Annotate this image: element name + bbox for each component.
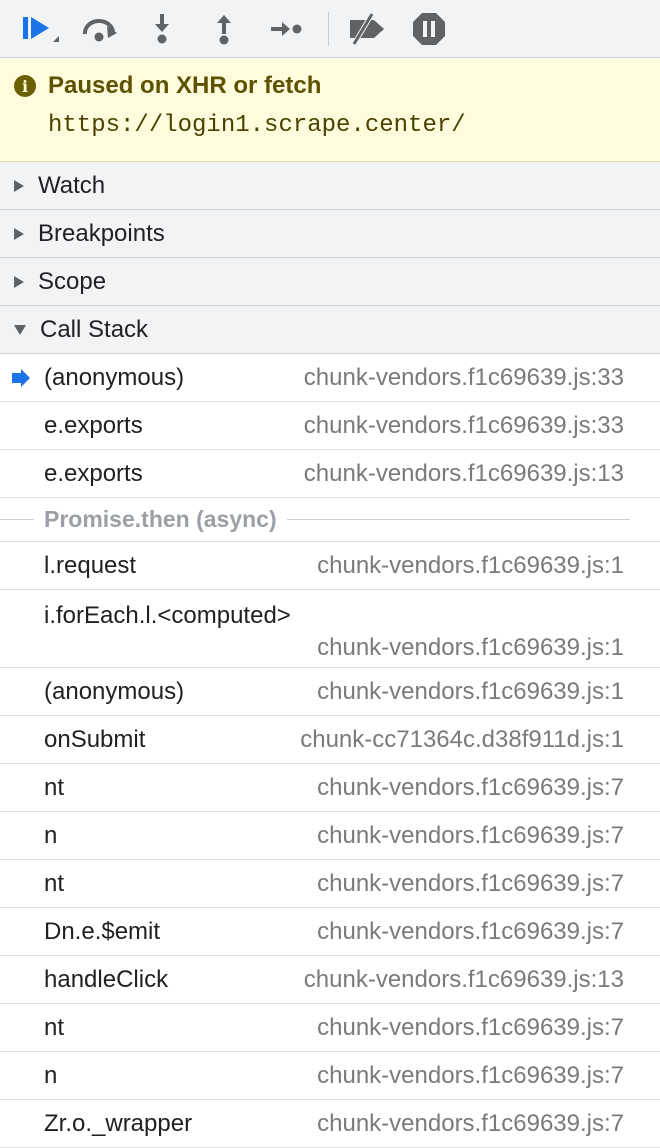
frame-location[interactable]: chunk-vendors.f1c69639.js:33 [304,412,624,440]
frame-function: n [44,1061,58,1089]
call-frame[interactable]: handleClick chunk-vendors.f1c69639.js:13 [0,956,660,1004]
call-frame[interactable]: l.request chunk-vendors.f1c69639.js:1 [0,542,660,590]
frame-function: (anonymous) [44,363,185,391]
frame-function: e.exports [44,459,143,487]
call-frame[interactable]: Dn.e.$emit chunk-vendors.f1c69639.js:7 [0,908,660,956]
pause-on-exceptions-button[interactable] [407,7,451,51]
frame-location[interactable]: chunk-vendors.f1c69639.js:7 [317,870,624,898]
section-breakpoints-label: Breakpoints [38,219,165,247]
resume-button[interactable] [18,7,62,51]
paused-reason: Paused on XHR or fetch [48,72,322,99]
section-watch-label: Watch [38,171,106,199]
expand-arrow-icon [14,179,24,192]
section-watch[interactable]: Watch [0,162,660,210]
paused-banner-title-row: i Paused on XHR or fetch [14,72,660,100]
frame-function: nt [44,1013,65,1041]
toolbar-separator [328,11,329,46]
collapse-arrow-icon [14,324,26,335]
step-over-icon [82,18,117,41]
section-call-stack-label: Call Stack [40,315,149,343]
async-label: Promise.then (async) [44,506,277,532]
frame-function: e.exports [44,411,143,439]
frame-function: i.forEach.l.<computed> [44,602,291,629]
call-frame[interactable]: n chunk-vendors.f1c69639.js:7 [0,812,660,860]
async-separator: Promise.then (async) [0,498,660,542]
frame-function: onSubmit [44,725,146,753]
async-separator-line [0,519,34,520]
debugger-toolbar [0,0,660,58]
frame-location[interactable]: chunk-vendors.f1c69639.js:1 [317,552,624,580]
step-into-button[interactable] [140,7,184,51]
call-frame[interactable]: i.forEach.l.<computed> chunk-vendors.f1c… [0,590,660,668]
call-frame[interactable]: e.exports chunk-vendors.f1c69639.js:13 [0,450,660,498]
frame-function: n [44,821,58,849]
frame-location[interactable]: chunk-cc71364c.d38f911d.js:1 [300,726,624,754]
frame-function: l.request [44,551,137,579]
section-scope[interactable]: Scope [0,258,660,306]
frame-location[interactable]: chunk-vendors.f1c69639.js:1 [317,678,624,706]
call-frame[interactable]: Zr.o._wrapper chunk-vendors.f1c69639.js:… [0,1100,660,1148]
frame-function: nt [44,869,65,897]
current-frame-arrow-icon [12,368,30,387]
frame-location[interactable]: chunk-vendors.f1c69639.js:7 [317,774,624,802]
resume-icon [23,16,59,42]
call-frame[interactable]: nt chunk-vendors.f1c69639.js:7 [0,1004,660,1052]
frame-function: nt [44,773,65,801]
call-frame[interactable]: nt chunk-vendors.f1c69639.js:7 [0,860,660,908]
deactivate-breakpoints-icon [350,12,384,45]
section-breakpoints[interactable]: Breakpoints [0,210,660,258]
frame-function: Zr.o._wrapper [44,1109,193,1137]
frame-location[interactable]: chunk-vendors.f1c69639.js:7 [317,1110,624,1138]
frame-function: handleClick [44,965,169,993]
frame-location[interactable]: chunk-vendors.f1c69639.js:7 [317,1062,624,1090]
async-separator-line [286,519,630,520]
paused-url: https://login1.scrape.center/ [48,112,466,139]
frame-location[interactable]: chunk-vendors.f1c69639.js:33 [304,364,624,392]
step-icon [271,21,302,36]
expand-arrow-icon [14,227,24,240]
section-call-stack[interactable]: Call Stack [0,306,660,354]
expand-arrow-icon [14,275,24,288]
step-out-button[interactable] [202,7,246,51]
step-over-button[interactable] [78,7,122,51]
pause-on-exceptions-icon [413,12,445,45]
frame-location[interactable]: chunk-vendors.f1c69639.js:1 [317,634,624,662]
frame-location[interactable]: chunk-vendors.f1c69639.js:13 [304,966,624,994]
step-into-icon [155,13,169,43]
call-frame[interactable]: (anonymous) chunk-vendors.f1c69639.js:33 [0,354,660,402]
call-frame[interactable]: n chunk-vendors.f1c69639.js:7 [0,1052,660,1100]
call-frame[interactable]: (anonymous) chunk-vendors.f1c69639.js:1 [0,668,660,716]
deactivate-breakpoints-button[interactable] [345,7,389,51]
call-frame[interactable]: nt chunk-vendors.f1c69639.js:7 [0,764,660,812]
paused-banner: i Paused on XHR or fetch https://login1.… [0,58,660,162]
call-frame[interactable]: e.exports chunk-vendors.f1c69639.js:33 [0,402,660,450]
frame-location[interactable]: chunk-vendors.f1c69639.js:7 [317,918,624,946]
frame-function: (anonymous) [44,677,185,705]
step-button[interactable] [264,7,308,51]
frame-location[interactable]: chunk-vendors.f1c69639.js:7 [317,822,624,850]
call-stack-list: (anonymous) chunk-vendors.f1c69639.js:33… [0,354,660,1148]
step-out-icon [217,14,231,44]
frame-location[interactable]: chunk-vendors.f1c69639.js:7 [317,1014,624,1042]
info-icon: i [14,75,36,97]
frame-function: Dn.e.$emit [44,917,161,945]
frame-location[interactable]: chunk-vendors.f1c69639.js:13 [304,460,624,488]
section-scope-label: Scope [38,267,107,295]
call-frame[interactable]: onSubmit chunk-cc71364c.d38f911d.js:1 [0,716,660,764]
